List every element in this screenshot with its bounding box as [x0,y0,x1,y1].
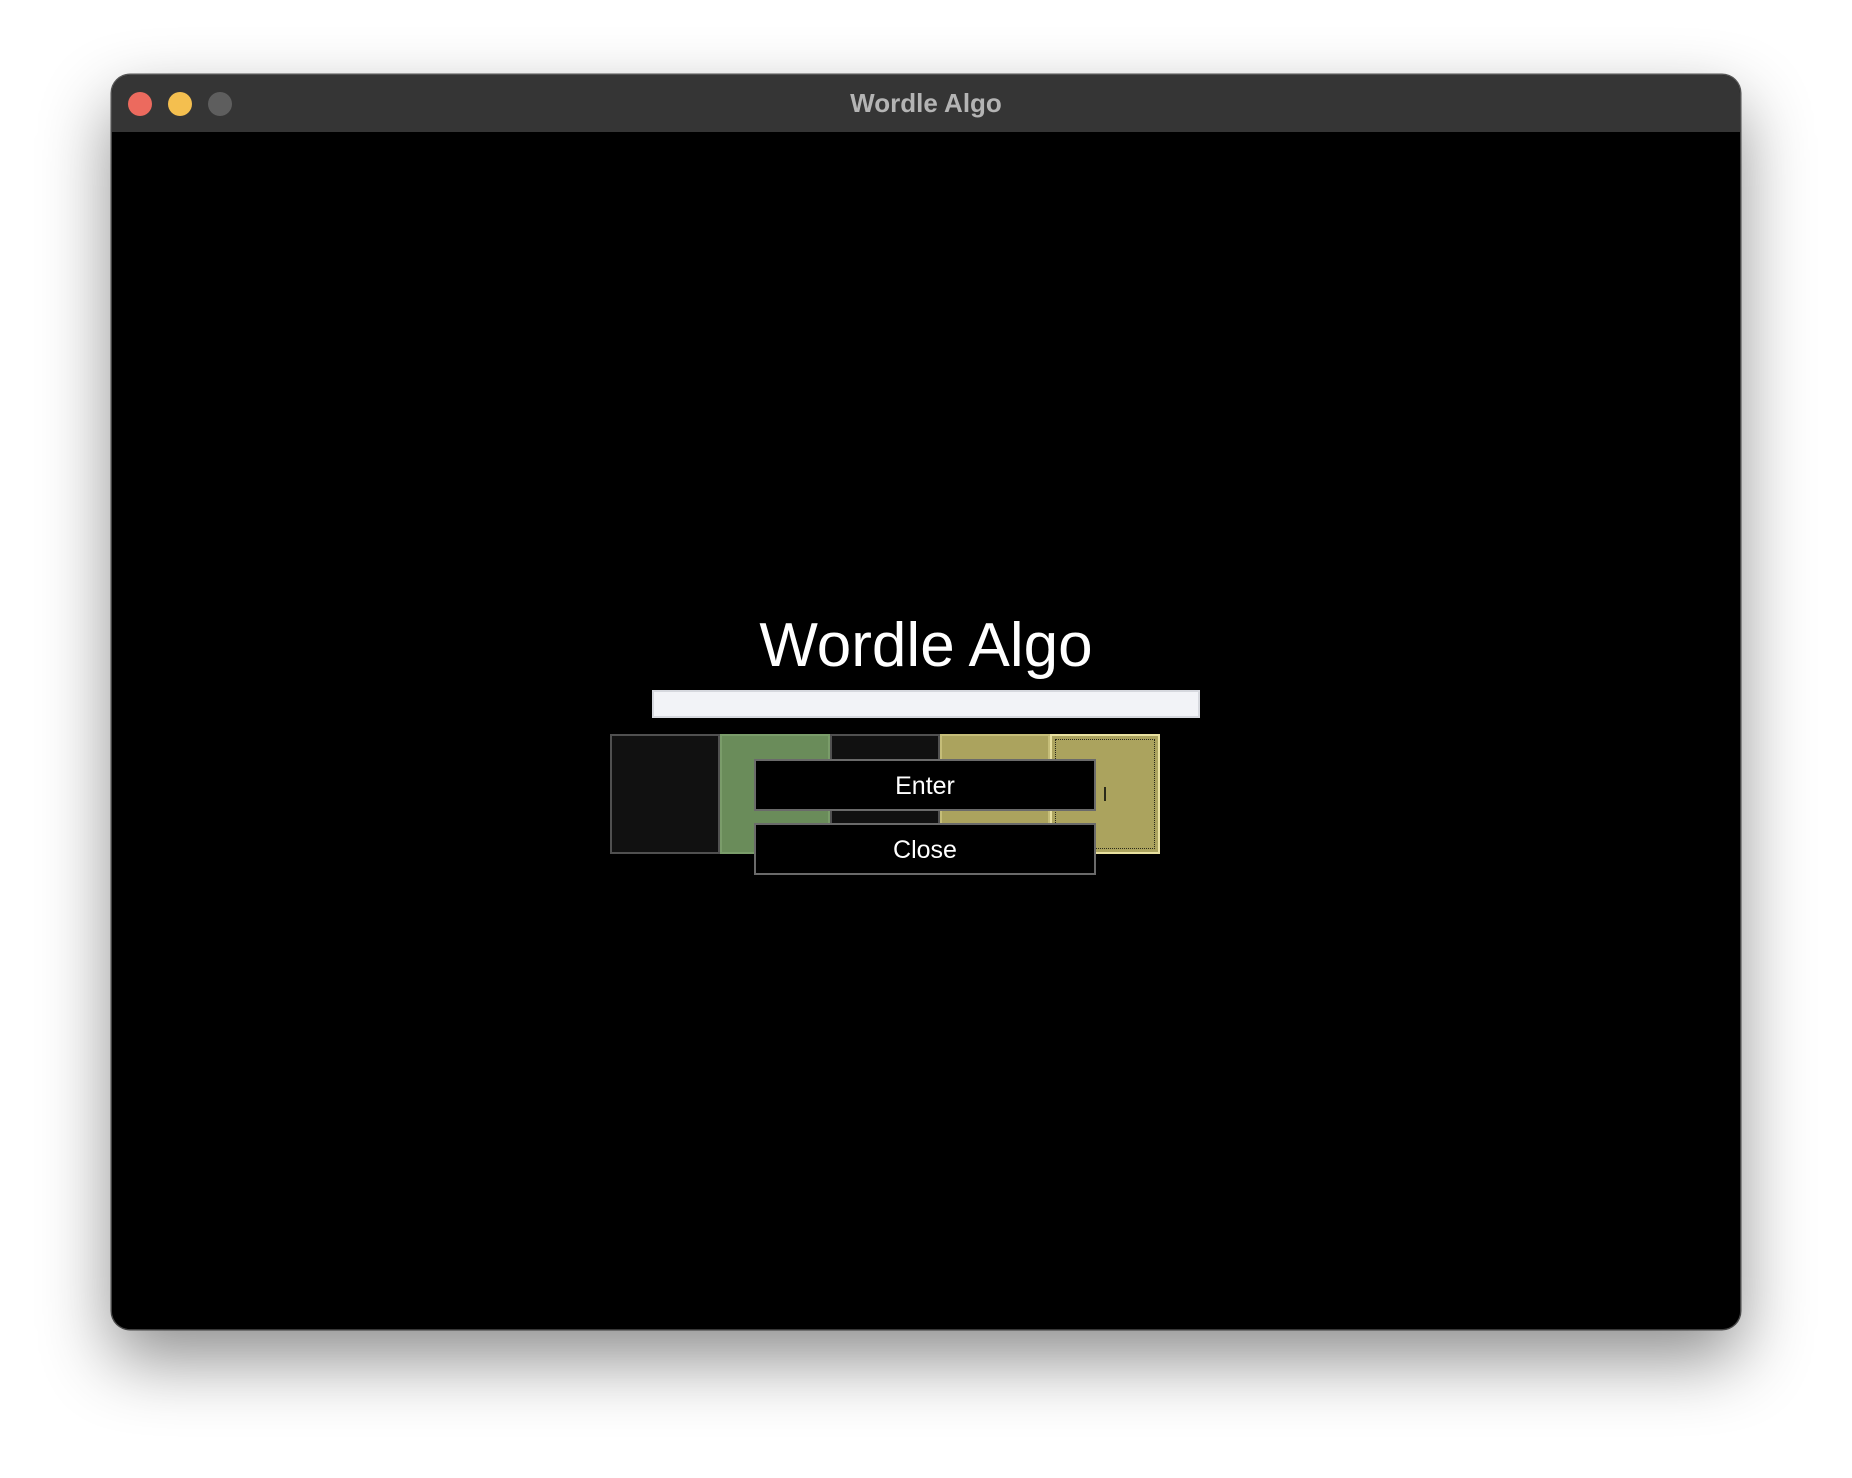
desktop: Wordle Algo Wordle Algo Enter Close [0,0,1852,1478]
guess-input[interactable] [652,690,1200,718]
app-content: Wordle Algo Enter Close [112,132,1740,1329]
app-window: Wordle Algo Wordle Algo Enter Close [112,75,1740,1329]
text-cursor [1104,787,1106,801]
title-bar[interactable]: Wordle Algo [112,75,1740,133]
window-title: Wordle Algo [850,88,1002,118]
letter-tile-1[interactable] [610,734,720,854]
page-title: Wordle Algo [759,611,1093,680]
close-button[interactable]: Close [754,823,1096,875]
enter-button[interactable]: Enter [754,759,1096,811]
